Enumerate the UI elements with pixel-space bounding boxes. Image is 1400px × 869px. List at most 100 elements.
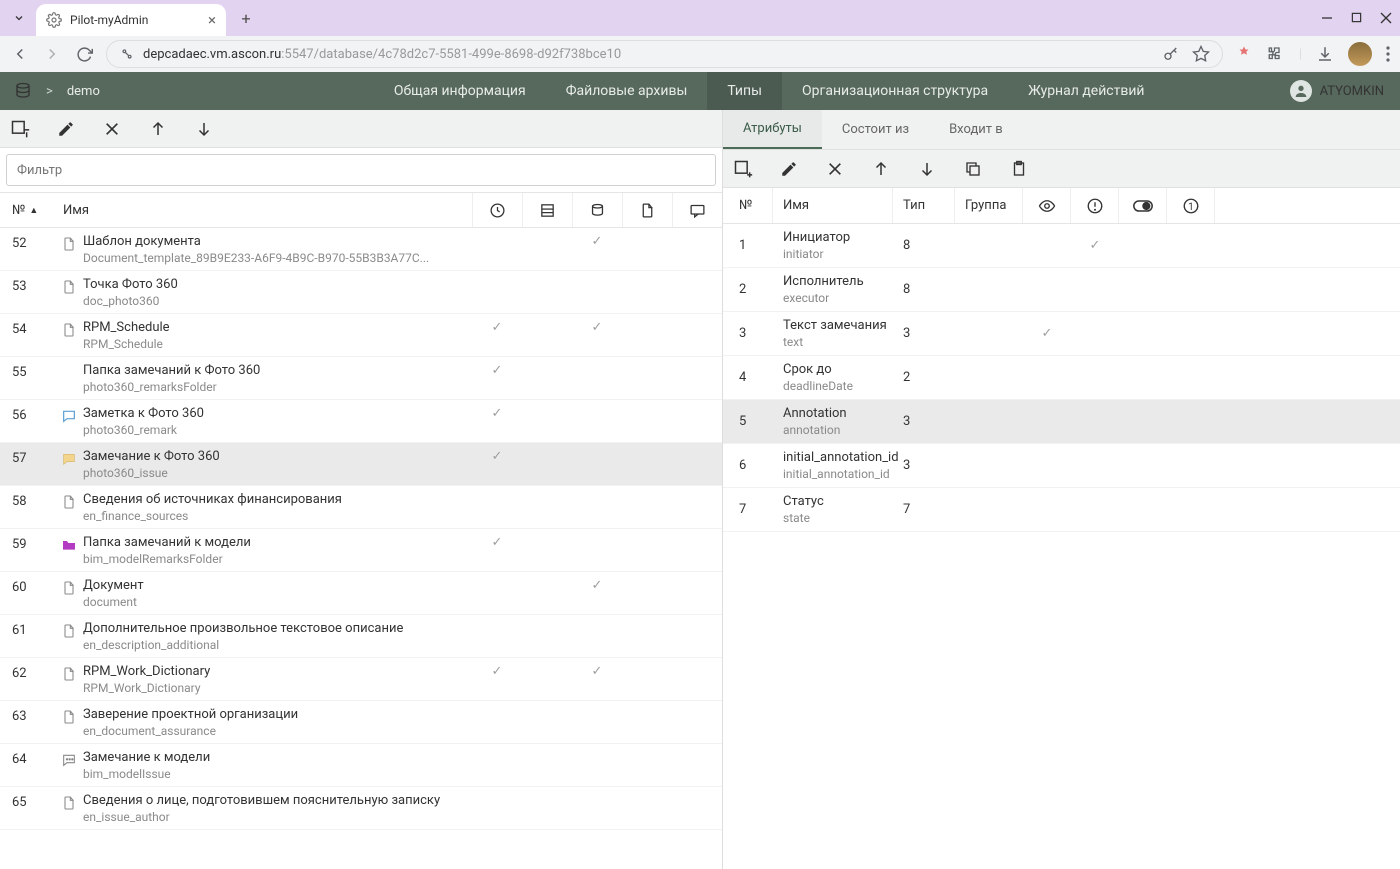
attr-row-check [1023,450,1071,458]
delete-button[interactable] [100,117,124,141]
attr-row[interactable]: 1Инициаторinitiator8✓ [723,224,1400,268]
attr-row-check [1023,362,1071,370]
site-info-icon[interactable] [119,46,135,62]
col-card-icon[interactable] [522,193,572,227]
forward-button[interactable] [42,44,62,64]
browser-tab[interactable]: Pilot-myAdmin × [36,4,226,36]
col-chat-icon[interactable] [672,193,722,227]
table-row[interactable]: 60Документdocument✓ [0,572,722,615]
row-title: Замечание к модели [83,750,464,765]
row-type-icon [55,578,83,597]
row-number: 57 [0,449,55,466]
col-history-icon[interactable] [472,193,522,227]
col-number[interactable]: №▲ [0,203,55,218]
attr-add-button[interactable] [731,157,755,181]
close-icon[interactable]: × [208,11,216,29]
attr-row[interactable]: 6initial_annotation_idinitial_annotation… [723,444,1400,488]
edit-button[interactable] [54,117,78,141]
attr-col-number[interactable]: № [723,188,773,223]
attr-row[interactable]: 4Срок доdeadlineDate2 [723,356,1400,400]
attr-col-name[interactable]: Имя [773,188,893,223]
table-row[interactable]: 58Сведения об источниках финансированияe… [0,486,722,529]
col-doc-icon[interactable] [622,193,672,227]
row-number: 60 [0,578,55,595]
attr-paste-button[interactable] [1007,157,1031,181]
row-number: 54 [0,320,55,337]
attr-move-up-button[interactable] [869,157,893,181]
table-row[interactable]: 65Сведения о лице, подготовившем пояснит… [0,787,722,830]
back-button[interactable] [10,44,30,64]
attr-row-check [1119,450,1167,458]
nav-item[interactable]: Типы [707,72,782,110]
maximize-icon[interactable] [1351,12,1362,24]
attr-row-check [1167,406,1215,414]
nav-item[interactable]: Общая информация [374,72,546,110]
attr-row-subtitle: initiator [783,247,893,261]
row-type-icon [55,363,83,364]
attr-col-eye-icon[interactable] [1023,188,1071,223]
col-name[interactable]: Имя [55,203,472,218]
attr-row-check [1167,362,1215,370]
table-row[interactable]: 57Замечание к Фото 360photo360_issue✓ [0,443,722,486]
nav-item[interactable]: Организационная структура [782,72,1008,110]
attr-col-toggle-icon[interactable] [1119,188,1167,223]
attr-delete-button[interactable] [823,157,847,181]
table-row[interactable]: 62RPM_Work_DictionaryRPM_Work_Dictionary… [0,658,722,701]
move-up-button[interactable] [146,117,170,141]
reload-button[interactable] [74,44,94,64]
database-icon[interactable] [14,82,32,100]
add-button[interactable] [8,117,32,141]
attr-row[interactable]: 2Исполнительexecutor8 [723,268,1400,312]
attr-move-down-button[interactable] [915,157,939,181]
extensions-icon[interactable] [1235,45,1253,63]
tab-list-chevron-icon[interactable] [8,7,30,29]
tab-item[interactable]: Входит в [929,110,1023,149]
table-row[interactable]: 61Дополнительное произвольное текстовое … [0,615,722,658]
table-row[interactable]: 55Папка замечаний к Фото 360photo360_rem… [0,357,722,400]
attr-row[interactable]: 5Annotationannotation3 [723,400,1400,444]
attr-edit-button[interactable] [777,157,801,181]
new-tab-button[interactable]: + [232,4,260,32]
attr-col-group[interactable]: Группа [955,188,1023,223]
user-avatar-icon[interactable] [1290,80,1312,102]
tab-item[interactable]: Состоит из [822,110,929,149]
tab-item[interactable]: Атрибуты [723,110,822,149]
col-db-icon[interactable] [572,193,622,227]
breadcrumb-db-name[interactable]: demo [67,84,100,99]
attr-copy-button[interactable] [961,157,985,181]
filter-input-box[interactable] [6,154,716,186]
attr-row-check [1023,274,1071,282]
key-icon[interactable] [1162,45,1180,63]
attr-col-type[interactable]: Тип [893,188,955,223]
menu-icon[interactable] [1386,46,1390,62]
table-row[interactable]: 52Шаблон документаDocument_template_89B9… [0,228,722,271]
attr-row[interactable]: 7Статусstate7 [723,488,1400,532]
table-row[interactable]: 56Заметка к Фото 360photo360_remark✓ [0,400,722,443]
nav-item[interactable]: Журнал действий [1008,72,1164,110]
close-window-icon[interactable] [1380,12,1392,24]
puzzle-icon[interactable] [1267,45,1285,63]
attr-row-check [1071,318,1119,326]
row-type-icon [55,406,83,425]
attr-col-required-icon[interactable] [1071,188,1119,223]
attr-row[interactable]: 3Текст замечанияtext3✓ [723,312,1400,356]
move-down-button[interactable] [192,117,216,141]
attr-row-check: ✓ [1071,230,1119,253]
download-icon[interactable] [1316,45,1334,63]
attr-col-info-icon[interactable]: 1 [1167,188,1215,223]
table-row[interactable]: 63Заверение проектной организацииen_docu… [0,701,722,744]
table-row[interactable]: 59Папка замечаний к моделиbim_modelRemar… [0,529,722,572]
row-subtitle: doc_photo360 [83,294,464,308]
table-row[interactable]: 64Замечание к моделиbim_modelIssue [0,744,722,787]
table-row[interactable]: 53Точка Фото 360doc_photo360 [0,271,722,314]
minimize-icon[interactable] [1321,12,1333,24]
address-bar[interactable]: depcadaec.vm.ascon.ru:5547/database/4c78… [106,40,1223,68]
profile-avatar[interactable] [1348,42,1372,66]
attr-row-type: 8 [893,230,955,253]
attr-row-check [1167,230,1215,238]
attr-row-title: Annotation [783,406,893,421]
star-icon[interactable] [1192,45,1210,63]
table-row[interactable]: 54RPM_ScheduleRPM_Schedule✓✓ [0,314,722,357]
filter-input[interactable] [17,163,705,178]
nav-item[interactable]: Файловые архивы [546,72,708,110]
